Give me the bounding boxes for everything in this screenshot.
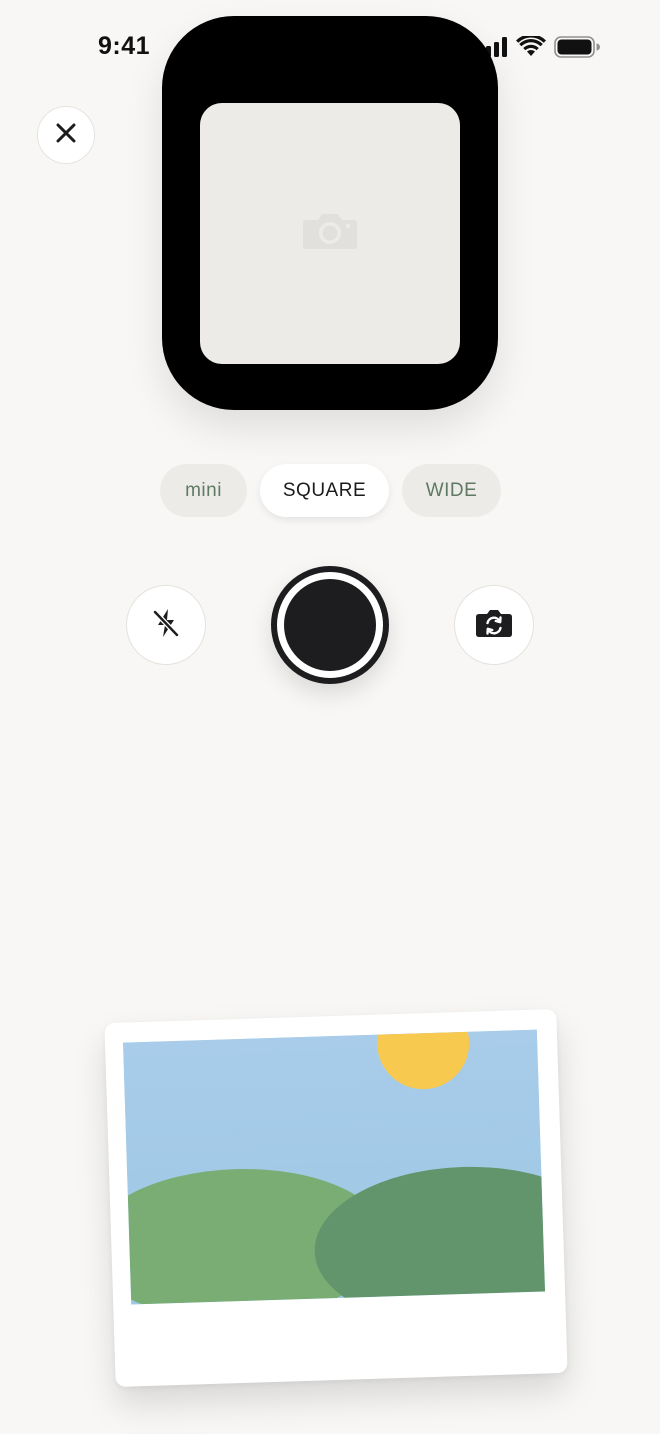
film-format-selector: mini SQUARE WIDE bbox=[160, 464, 501, 517]
close-icon bbox=[55, 122, 77, 149]
camera-icon bbox=[302, 212, 358, 255]
status-time: 9:41 bbox=[98, 32, 151, 60]
battery-icon bbox=[554, 36, 600, 63]
flash-off-icon bbox=[151, 607, 181, 644]
flip-camera-button[interactable] bbox=[454, 585, 534, 665]
format-square-button[interactable]: SQUARE bbox=[260, 464, 389, 517]
flash-toggle-button[interactable] bbox=[126, 585, 206, 665]
camera-frame bbox=[162, 16, 498, 410]
flip-camera-icon bbox=[475, 608, 513, 643]
format-mini-button[interactable]: mini bbox=[160, 464, 247, 517]
polaroid-photo bbox=[123, 1029, 546, 1305]
shutter-button[interactable] bbox=[271, 566, 389, 684]
status-icons bbox=[478, 34, 600, 63]
shutter-inner bbox=[284, 579, 376, 671]
viewfinder bbox=[200, 103, 460, 364]
close-button[interactable] bbox=[37, 106, 95, 164]
polaroid-print[interactable] bbox=[104, 1008, 568, 1388]
format-wide-button[interactable]: WIDE bbox=[402, 464, 501, 517]
wifi-icon bbox=[516, 34, 546, 63]
